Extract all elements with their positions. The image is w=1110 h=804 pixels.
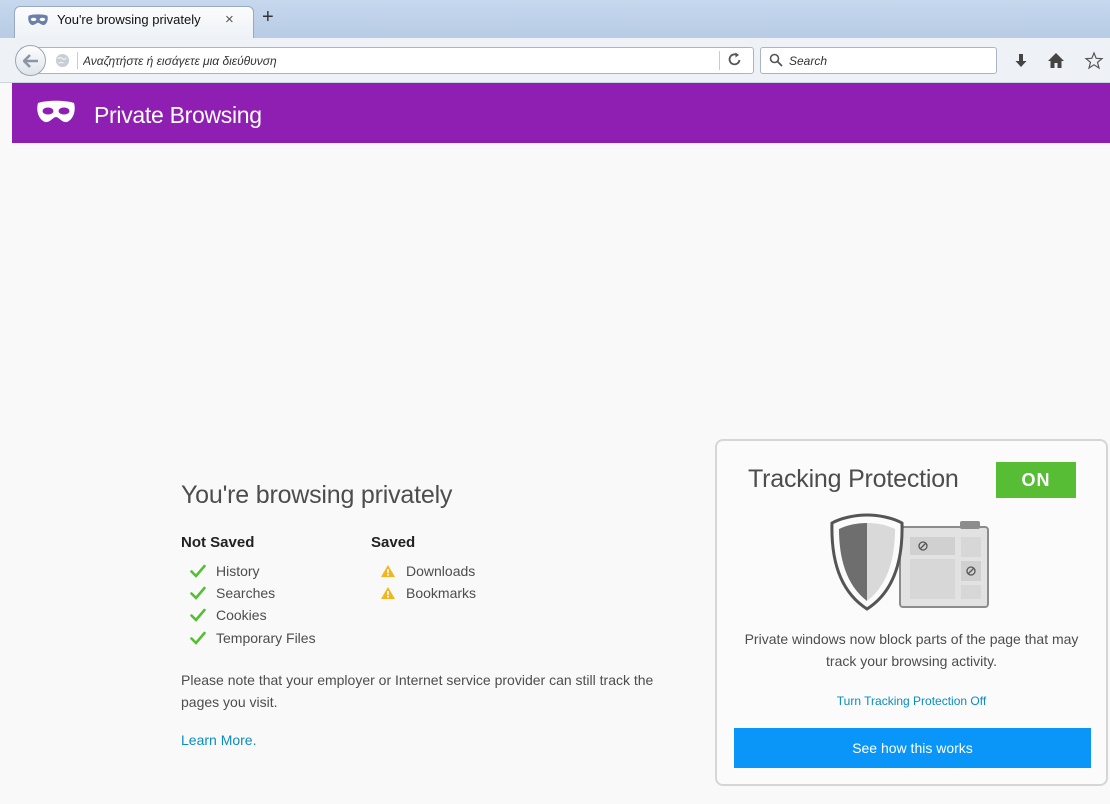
warning-icon: [381, 565, 395, 577]
tracking-protection-card: Tracking Protection ON Private windows n…: [715, 439, 1108, 786]
reload-separator: [719, 51, 720, 70]
saved-item: Bookmarks: [380, 585, 476, 601]
tracking-protection-description: Private windows now block parts of the p…: [744, 631, 1079, 669]
home-icon[interactable]: [1046, 51, 1066, 71]
url-separator: [77, 52, 78, 69]
checkmark-icon: [190, 608, 206, 622]
not-saved-label: Searches: [216, 585, 276, 601]
back-button[interactable]: [15, 45, 46, 76]
checkmark-icon: [190, 631, 206, 645]
navigation-toolbar: [0, 38, 1110, 83]
see-how-this-works-button[interactable]: See how this works: [734, 728, 1091, 768]
download-icon[interactable]: [1011, 51, 1031, 71]
not-saved-item: Cookies: [190, 607, 267, 623]
close-tab-icon[interactable]: ×: [225, 11, 234, 28]
warning-icon: [381, 587, 395, 599]
banner-title: Private Browsing: [94, 102, 262, 128]
globe-icon[interactable]: [55, 53, 70, 68]
tab-strip: You're browsing privately × +: [0, 0, 1110, 38]
tracking-protection-title: Tracking Protection: [748, 465, 959, 493]
new-tab-button[interactable]: +: [262, 6, 274, 29]
saved-item: Downloads: [380, 563, 475, 579]
mask-icon: [37, 100, 75, 123]
privacy-note: Please note that your employer or Intern…: [181, 672, 654, 710]
not-saved-label: History: [216, 563, 260, 579]
reload-icon[interactable]: [728, 51, 742, 67]
tracking-protection-toggle[interactable]: ON: [996, 462, 1076, 498]
not-saved-label: Cookies: [216, 607, 267, 623]
private-browsing-banner: Private Browsing: [12, 83, 1110, 143]
not-saved-heading: Not Saved: [181, 534, 255, 551]
tab-private-browsing[interactable]: You're browsing privately ×: [14, 6, 254, 38]
saved-label: Downloads: [406, 563, 476, 579]
url-bar[interactable]: [15, 45, 754, 76]
search-icon: [769, 53, 783, 67]
saved-label: Bookmarks: [406, 585, 477, 601]
tracking-shield-illustration: [830, 513, 989, 611]
checkmark-icon: [190, 586, 206, 600]
tab-title: You're browsing privately: [57, 12, 201, 27]
not-saved-item: Temporary Files: [190, 630, 316, 646]
not-saved-label: Temporary Files: [216, 630, 316, 646]
checkmark-icon: [190, 564, 206, 578]
bookmark-star-icon[interactable]: [1084, 51, 1104, 71]
turn-tracking-protection-off-link[interactable]: Turn Tracking Protection Off: [717, 694, 1106, 708]
learn-more-link[interactable]: Learn More.: [181, 732, 256, 748]
search-bar[interactable]: [760, 47, 997, 74]
address-input[interactable]: [83, 51, 713, 70]
not-saved-item: History: [190, 563, 260, 579]
page-heading: You're browsing privately: [181, 481, 453, 509]
not-saved-item: Searches: [190, 585, 275, 601]
search-input[interactable]: [789, 51, 989, 70]
mask-icon: [28, 14, 48, 26]
back-arrow-icon: [22, 53, 38, 68]
saved-heading: Saved: [371, 534, 416, 551]
